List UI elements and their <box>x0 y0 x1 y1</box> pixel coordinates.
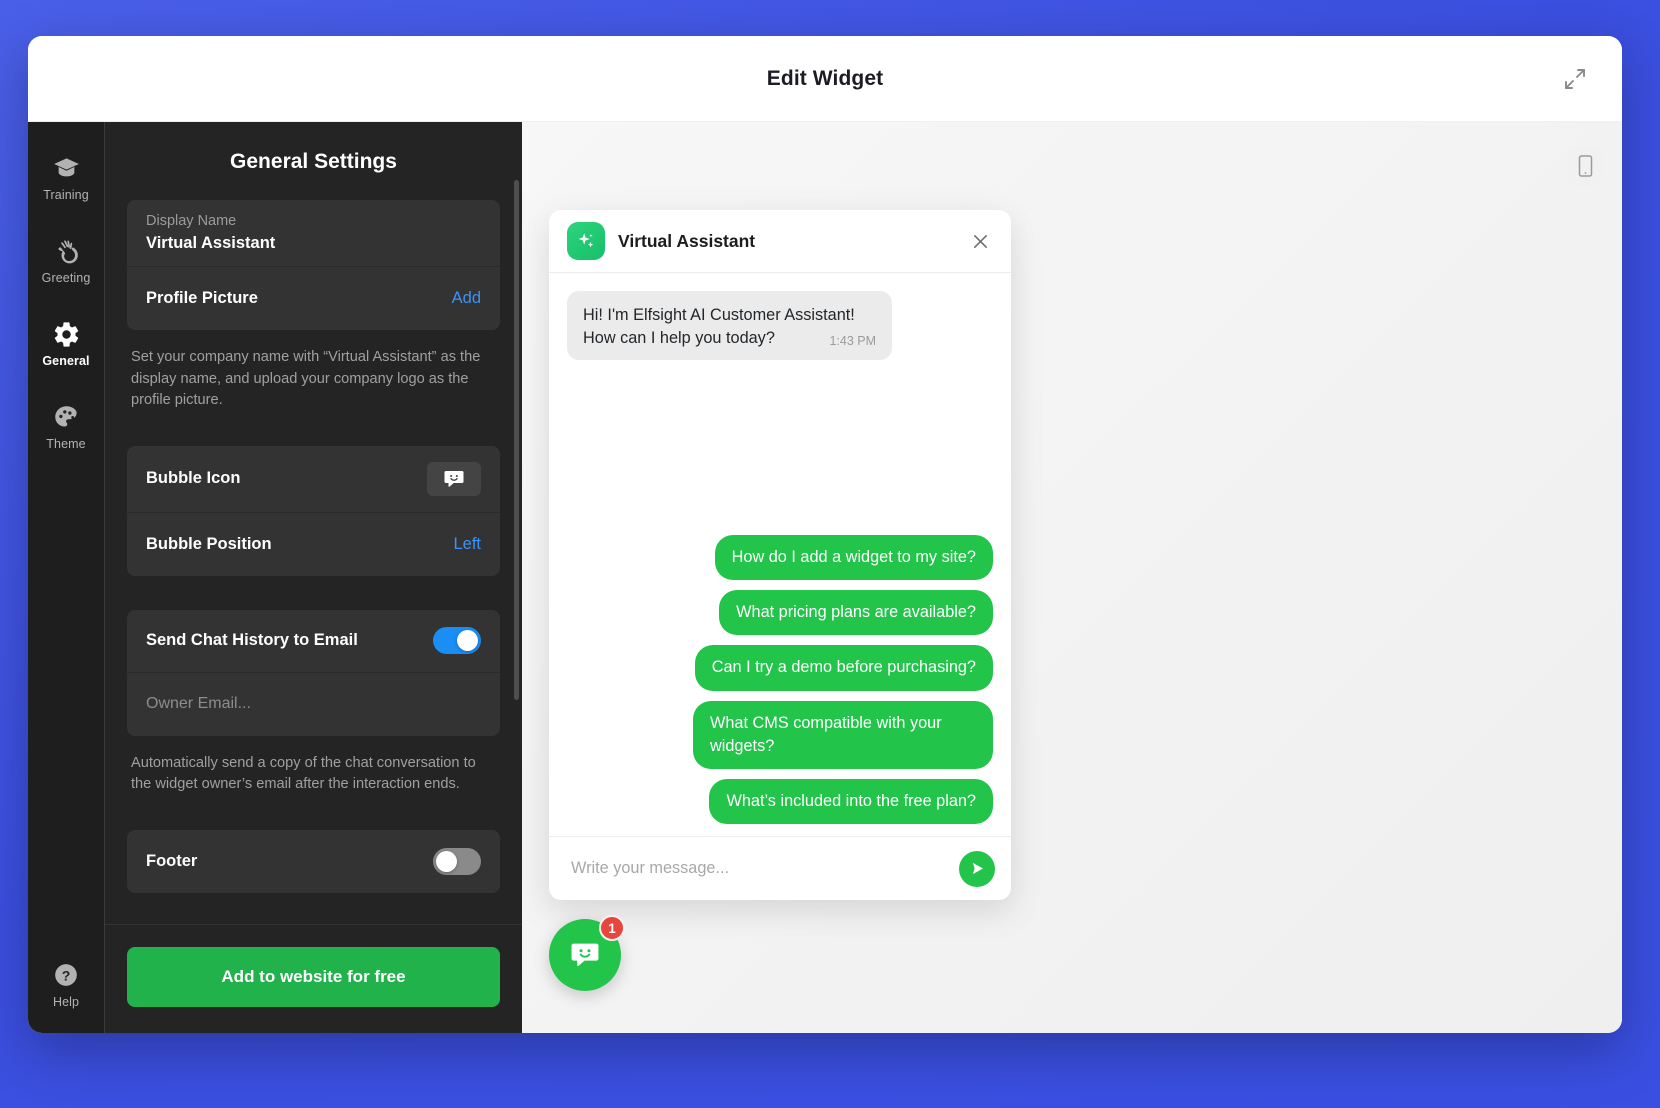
send-chat-history-row[interactable]: Send Chat History to Email <box>127 610 500 673</box>
preview-stage: Virtual Assistant Hi! I'm Elfsight AI Cu… <box>522 122 1622 1033</box>
owner-email-input[interactable]: Owner Email... <box>146 695 251 713</box>
page-title: Edit Widget <box>766 66 884 90</box>
settings-panel: General Settings Display Name Virtual As… <box>104 122 522 1033</box>
unread-badge: 1 <box>599 915 625 941</box>
waving-hand-icon <box>53 236 79 266</box>
quick-reply-button[interactable]: What CMS compatible with your widgets? <box>693 700 993 769</box>
sidebar-item-label: General <box>42 354 90 368</box>
close-icon[interactable] <box>967 228 993 254</box>
footer-row[interactable]: Footer <box>127 830 500 893</box>
chat-launcher-button[interactable]: 1 <box>549 915 625 991</box>
identity-card: Display Name Virtual Assistant Profile P… <box>127 200 500 330</box>
quick-reply-button[interactable]: What’s included into the free plan? <box>709 778 993 824</box>
sidebar-item-label: Theme <box>46 437 86 451</box>
svg-text:?: ? <box>62 967 71 983</box>
chat-bubble-smiley-icon <box>571 943 599 966</box>
chat-input-bar: Write your message... <box>549 836 1011 900</box>
profile-picture-add-button[interactable]: Add <box>452 289 481 308</box>
sidebar-item-theme[interactable]: Theme <box>28 391 104 460</box>
expand-arrows-icon[interactable] <box>1556 60 1594 98</box>
edit-widget-modal: Edit Widget Training Greeting General Th… <box>28 36 1622 1033</box>
bot-message-bubble: Hi! I'm Elfsight AI Customer Assistant! … <box>567 291 892 361</box>
email-card: Send Chat History to Email Owner Email..… <box>127 609 500 736</box>
send-icon[interactable] <box>959 850 995 887</box>
footer-toggle[interactable] <box>433 847 481 875</box>
app-root: Edit Widget Training Greeting General Th… <box>0 0 1660 1108</box>
chat-header: Virtual Assistant <box>549 210 1011 273</box>
bubble-icon-row[interactable]: Bubble Icon <box>127 446 500 513</box>
sidebar-item-label: Training <box>43 188 89 202</box>
display-name-field[interactable]: Display Name Virtual Assistant <box>127 200 500 267</box>
owner-email-row[interactable]: Owner Email... <box>127 673 500 736</box>
palette-icon <box>53 402 80 432</box>
sidebar-item-greeting[interactable]: Greeting <box>28 225 104 294</box>
message-input[interactable]: Write your message... <box>571 859 949 878</box>
gear-icon <box>52 319 81 349</box>
sidebar-item-label: Greeting <box>41 271 91 285</box>
identity-help-text: Set your company name with “Virtual Assi… <box>131 349 481 409</box>
graduation-cap-icon <box>53 153 80 183</box>
quick-reply-button[interactable]: How do I add a widget to my site? <box>714 535 993 581</box>
email-help-text: Automatically send a copy of the chat co… <box>131 754 476 793</box>
bubble-position-row[interactable]: Bubble Position Left <box>127 513 500 576</box>
send-chat-history-label: Send Chat History to Email <box>146 631 358 650</box>
quick-reply-button[interactable]: Can I try a demo before purchasing? <box>694 645 993 691</box>
panel-title: General Settings <box>230 150 397 173</box>
bubble-card: Bubble Icon Bubble Position Left <box>127 445 500 576</box>
sidebar-item-help[interactable]: ? Help <box>28 960 104 1009</box>
modal-body: Training Greeting General Theme ? Help G… <box>28 122 1622 1033</box>
chat-widget-title: Virtual Assistant <box>618 230 756 251</box>
sidebar-item-training[interactable]: Training <box>28 142 104 211</box>
profile-picture-label: Profile Picture <box>146 289 258 307</box>
quick-reply-button[interactable]: What pricing plans are available? <box>719 590 993 636</box>
sidebar-nav: Training Greeting General Theme ? Help <box>28 122 104 1033</box>
bubble-position-value[interactable]: Left <box>453 535 481 554</box>
settings-scroll-area: General Settings Display Name Virtual As… <box>105 122 522 924</box>
bubble-icon-label: Bubble Icon <box>146 469 241 488</box>
sidebar-item-general[interactable]: General <box>28 308 104 377</box>
footer-label: Footer <box>146 851 198 870</box>
display-name-value: Virtual Assistant <box>146 234 276 252</box>
chat-message-list: Hi! I'm Elfsight AI Customer Assistant! … <box>549 273 1011 836</box>
profile-picture-row[interactable]: Profile Picture Add <box>127 267 500 330</box>
chat-bubble-smiley-icon[interactable] <box>427 461 481 496</box>
mobile-device-icon[interactable] <box>1568 146 1602 186</box>
footer-card: Footer <box>127 829 500 893</box>
quick-reply-list: How do I add a widget to my site? What p… <box>693 535 993 824</box>
settings-scrollbar[interactable] <box>514 180 519 700</box>
question-circle-icon: ? <box>53 960 79 990</box>
display-name-label: Display Name <box>146 213 237 229</box>
sidebar-item-label: Help <box>52 995 80 1009</box>
cta-footer: Add to website for free <box>105 924 522 1033</box>
avatar <box>567 222 605 260</box>
send-chat-history-toggle[interactable] <box>433 627 481 655</box>
add-to-website-button[interactable]: Add to website for free <box>127 947 500 1007</box>
modal-titlebar: Edit Widget <box>28 36 1622 122</box>
chat-widget-preview: Virtual Assistant Hi! I'm Elfsight AI Cu… <box>549 210 1011 900</box>
bubble-position-label: Bubble Position <box>146 534 272 553</box>
